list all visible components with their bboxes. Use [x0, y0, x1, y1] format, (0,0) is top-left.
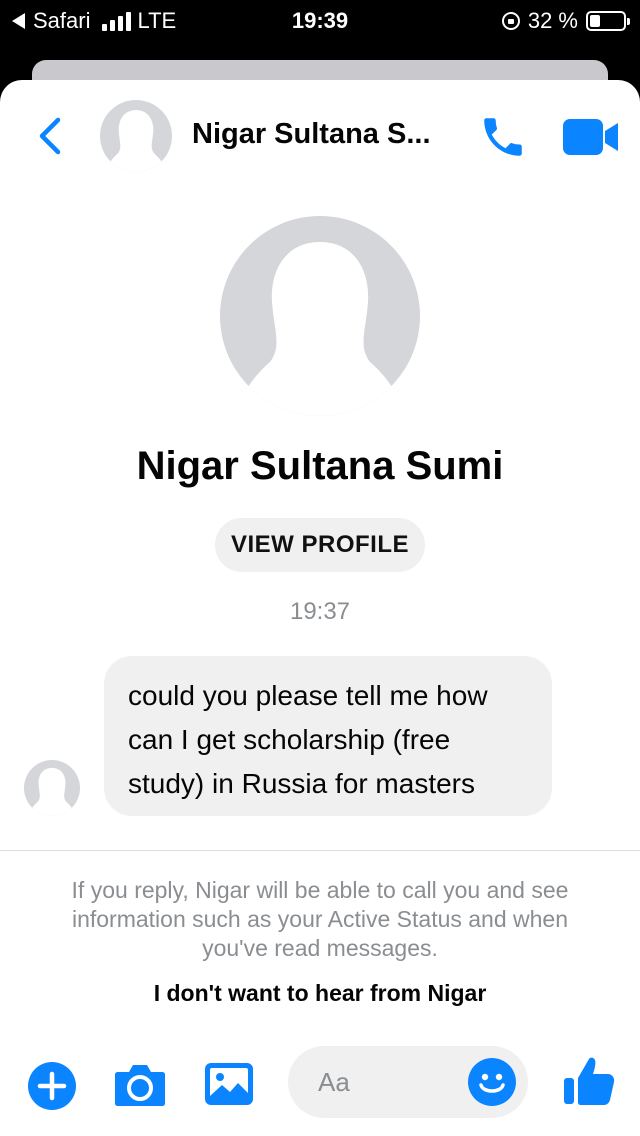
camera-icon[interactable]: [114, 1060, 166, 1108]
status-right: 32 %: [501, 8, 630, 34]
video-call-icon[interactable]: [562, 118, 620, 156]
messenger-screen: Safari LTE 19:39 32 % Nigar Sultana S...…: [0, 0, 640, 1136]
header-avatar[interactable]: [100, 100, 172, 172]
plus-icon[interactable]: [28, 1062, 76, 1110]
orientation-lock-icon: [501, 12, 520, 30]
thumbs-up-icon[interactable]: [562, 1054, 616, 1108]
profile-avatar: [220, 216, 420, 416]
battery-icon: [586, 11, 630, 31]
status-bar: Safari LTE 19:39 32 %: [0, 0, 640, 42]
block-contact-link[interactable]: I don't want to hear from Nigar: [0, 980, 640, 1007]
divider: [0, 850, 640, 851]
battery-percent: 32 %: [527, 8, 578, 33]
gallery-icon[interactable]: [204, 1060, 254, 1108]
battery-fill: [590, 15, 601, 27]
chat-card: Nigar Sultana S... Nigar Sultana Sumi VI…: [0, 80, 640, 1136]
message-request-notice: If you reply, Nigar will be able to call…: [71, 877, 569, 961]
composer-bar: [0, 1046, 640, 1126]
profile-name: Nigar Sultana Sumi: [136, 444, 504, 488]
message-sender-avatar[interactable]: [24, 760, 80, 816]
emoji-icon[interactable]: [468, 1058, 516, 1106]
phone-call-icon[interactable]: [478, 112, 528, 162]
chat-header: Nigar Sultana S...: [0, 80, 640, 192]
message-timestamp: 19:37: [289, 598, 351, 625]
view-profile-button[interactable]: VIEW PROFILE: [215, 518, 425, 572]
header-contact-name[interactable]: Nigar Sultana S...: [192, 118, 454, 151]
back-chevron-icon[interactable]: [36, 116, 66, 156]
message-bubble[interactable]: could you please tell me how can I get s…: [104, 656, 552, 816]
